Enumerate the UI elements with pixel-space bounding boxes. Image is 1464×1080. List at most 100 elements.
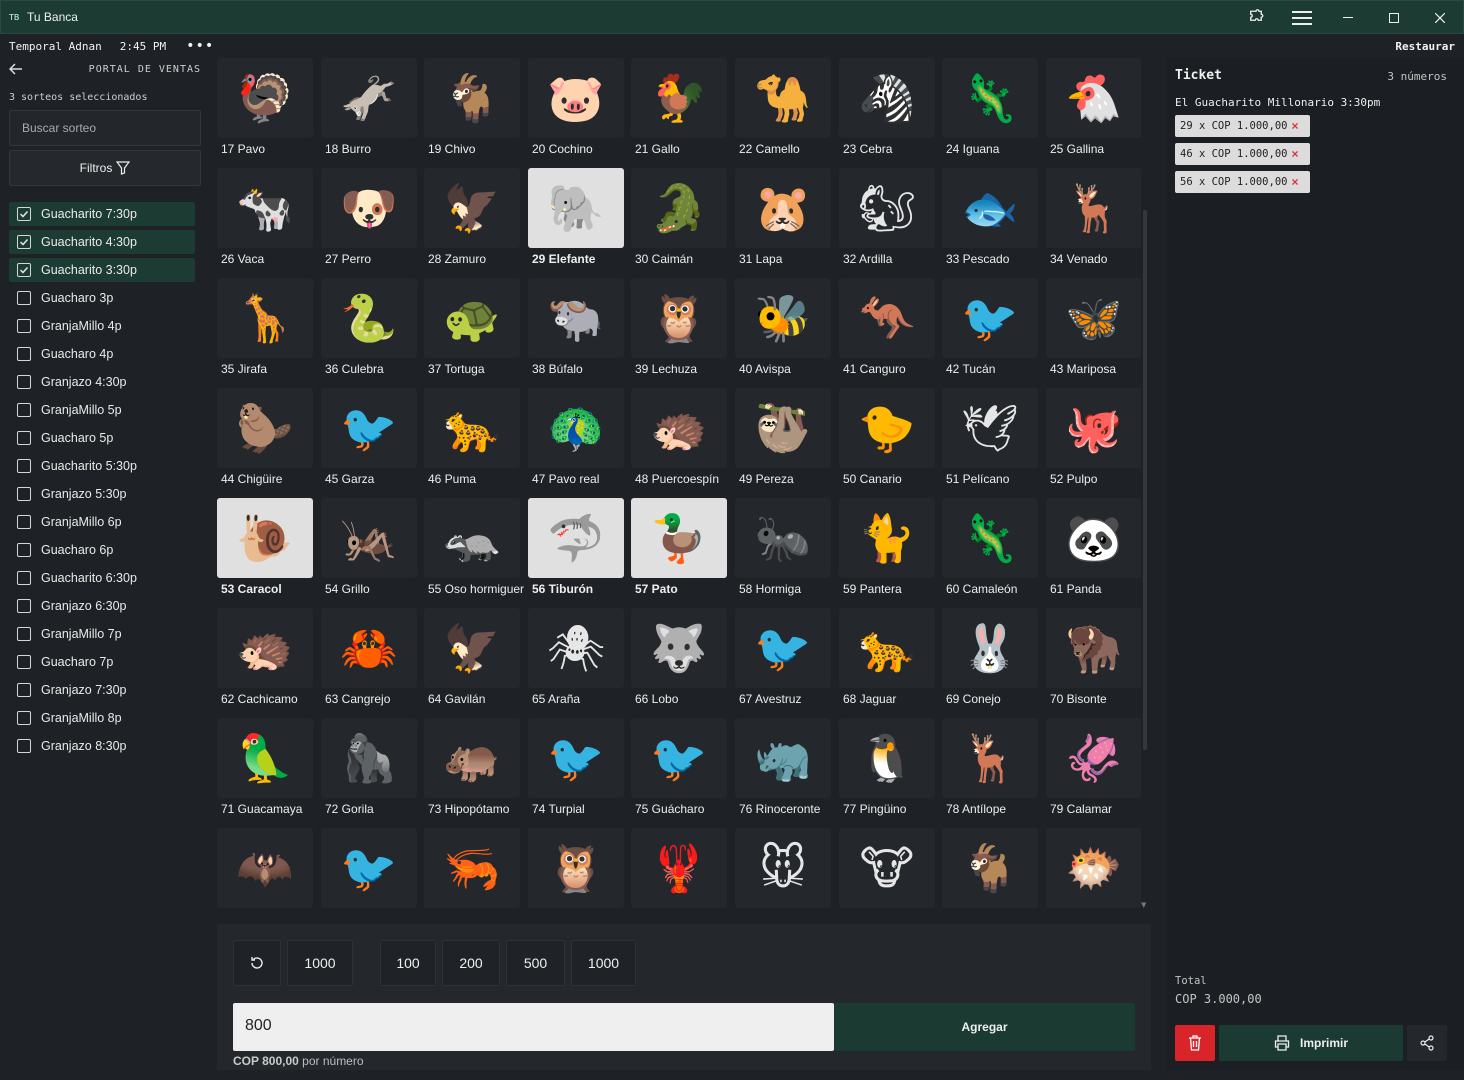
animal-image[interactable]: 🦫 xyxy=(217,388,313,468)
animal-cell[interactable]: 🦔 48 Puercoespín xyxy=(631,388,727,489)
checkbox-icon[interactable] xyxy=(17,711,31,725)
animal-cell[interactable]: 🐊 30 Caimán xyxy=(631,168,727,269)
checkbox-icon[interactable] xyxy=(17,319,31,333)
animal-cell[interactable]: 🐝 40 Avispa xyxy=(735,278,831,379)
animal-cell[interactable]: 🦃 17 Pavo xyxy=(217,58,313,159)
animal-image[interactable]: 🐶 xyxy=(321,168,417,248)
animal-cell[interactable]: 🐦 74 Turpial xyxy=(528,718,624,819)
animal-image[interactable]: 🐧 xyxy=(839,718,935,798)
checkbox-icon[interactable] xyxy=(17,739,31,753)
animal-image[interactable]: 🦍 xyxy=(321,718,417,798)
animal-image[interactable]: 🐆 xyxy=(839,608,935,688)
draw-item[interactable]: GranjaMillo 6p xyxy=(9,510,195,534)
animal-image[interactable]: 🐟 xyxy=(942,168,1038,248)
animal-cell[interactable]: 🐦 45 Garza xyxy=(321,388,417,489)
animal-image[interactable]: 🐙 xyxy=(1046,388,1141,468)
animal-cell[interactable]: 🦏 76 Rinoceronte xyxy=(735,718,831,819)
animal-image[interactable]: 🐆 xyxy=(424,388,520,468)
draw-item[interactable]: Guacharito 3:30p xyxy=(9,258,195,282)
animal-image[interactable]: 🦬 xyxy=(1046,608,1141,688)
animal-cell[interactable]: 🕷 65 Araña xyxy=(528,608,624,709)
animal-cell[interactable]: 🐧 77 Pingüino xyxy=(839,718,935,819)
animal-image[interactable]: 🐍 xyxy=(321,278,417,358)
animal-image[interactable]: 🦛 xyxy=(424,718,520,798)
animal-image[interactable]: 🐔 xyxy=(1046,58,1141,138)
draw-item[interactable]: Guacharo 3p xyxy=(9,286,195,310)
animal-cell[interactable]: 🐭 xyxy=(735,828,831,908)
animal-cell[interactable]: 🐷 20 Cochino xyxy=(528,58,624,159)
grid-scrollbar[interactable] xyxy=(1143,210,1147,750)
draw-item[interactable]: Guacharito 4:30p xyxy=(9,230,195,254)
animal-cell[interactable]: 🦉 39 Lechuza xyxy=(631,278,727,379)
animal-image[interactable]: 🦉 xyxy=(528,828,624,908)
animal-image[interactable]: 🐦 xyxy=(528,718,624,798)
animal-image[interactable]: 🐝 xyxy=(735,278,831,358)
animal-image[interactable]: 🐺 xyxy=(631,608,727,688)
draw-item[interactable]: GranjaMillo 4p xyxy=(9,314,195,338)
animal-cell[interactable]: 🐆 68 Jaguar xyxy=(839,608,935,709)
animal-cell[interactable]: 🦎 60 Camaleón xyxy=(942,498,1038,599)
animal-cell[interactable]: 🦛 73 Hipopótamo xyxy=(424,718,520,819)
draw-item[interactable]: GranjaMillo 8p xyxy=(9,706,195,730)
animal-image[interactable]: 🐊 xyxy=(631,168,727,248)
animal-image[interactable]: 🦐 xyxy=(424,828,520,908)
animal-cell[interactable]: 🐦 xyxy=(321,828,417,908)
animal-image[interactable]: 🦅 xyxy=(424,168,520,248)
draw-item[interactable]: Guacharito 5:30p xyxy=(9,454,195,478)
animal-image[interactable]: 🐦 xyxy=(631,718,727,798)
animal-cell[interactable]: 🐮 xyxy=(839,828,935,908)
animal-image[interactable]: 🐜 xyxy=(735,498,831,578)
animal-image[interactable]: 🐌 xyxy=(217,498,313,578)
animal-image[interactable]: 🐄 xyxy=(217,168,313,248)
animal-cell[interactable]: 🦎 24 Iguana xyxy=(942,58,1038,159)
animal-cell[interactable]: 🐢 37 Tortuga xyxy=(424,278,520,379)
more-options-icon[interactable]: ••• xyxy=(186,39,214,53)
animal-cell[interactable]: 🦆 57 Pato xyxy=(631,498,727,599)
checkbox-icon[interactable] xyxy=(17,431,31,445)
remove-line-icon[interactable]: × xyxy=(1291,147,1298,161)
animal-cell[interactable]: 🐿 32 Ardilla xyxy=(839,168,935,269)
animal-image[interactable]: 🐓 xyxy=(631,58,727,138)
animal-image[interactable]: 🦉 xyxy=(631,278,727,358)
animal-image[interactable]: 🐐 xyxy=(942,828,1038,908)
checkbox-icon[interactable] xyxy=(17,375,31,389)
animal-cell[interactable]: 🐦 42 Tucán xyxy=(942,278,1038,379)
animal-cell[interactable]: 🦬 70 Bisonte xyxy=(1046,608,1141,709)
animal-image[interactable]: 🐦 xyxy=(735,608,831,688)
animal-cell[interactable]: 🦓 23 Cebra xyxy=(839,58,935,159)
animal-image[interactable]: 🐰 xyxy=(942,608,1038,688)
animal-image[interactable]: 🐡 xyxy=(1046,828,1141,908)
animal-image[interactable]: 🦋 xyxy=(1046,278,1141,358)
animal-image[interactable]: 🦆 xyxy=(631,498,727,578)
animal-cell[interactable]: 🐍 36 Culebra xyxy=(321,278,417,379)
maximize-button[interactable] xyxy=(1371,1,1417,34)
filters-button[interactable]: Filtros xyxy=(9,150,201,186)
extensions-icon[interactable] xyxy=(1233,1,1279,34)
draw-item[interactable]: Granjazo 8:30p xyxy=(9,734,195,758)
animal-cell[interactable]: 🐦 67 Avestruz xyxy=(735,608,831,709)
animal-cell[interactable]: 🦈 56 Tiburón xyxy=(528,498,624,599)
animal-image[interactable]: 🦑 xyxy=(1046,718,1141,798)
draw-item[interactable]: GranjaMillo 5p xyxy=(9,398,195,422)
checkbox-icon[interactable] xyxy=(17,487,31,501)
animal-cell[interactable]: 🦅 64 Gavilán xyxy=(424,608,520,709)
animal-cell[interactable]: 🐄 26 Vaca xyxy=(217,168,313,269)
animal-image[interactable]: 🐐 xyxy=(424,58,520,138)
animal-image[interactable]: 🦥 xyxy=(735,388,831,468)
add-button[interactable]: Agregar xyxy=(834,1003,1135,1051)
animal-cell[interactable]: 🦇 xyxy=(217,828,313,908)
animal-cell[interactable]: 🦐 xyxy=(424,828,520,908)
animal-image[interactable]: 🦒 xyxy=(217,278,313,358)
animal-cell[interactable]: 🐃 38 Búfalo xyxy=(528,278,624,379)
draw-item[interactable]: Guacharo 6p xyxy=(9,538,195,562)
checkbox-icon[interactable] xyxy=(17,599,31,613)
animal-cell[interactable]: 🐈 59 Pantera xyxy=(839,498,935,599)
animal-cell[interactable]: 🦋 43 Mariposa xyxy=(1046,278,1141,379)
animal-image[interactable]: 🦚 xyxy=(528,388,624,468)
animal-image[interactable]: 🐘 xyxy=(528,168,624,248)
animal-cell[interactable]: 🦥 49 Pereza xyxy=(735,388,831,489)
animal-cell[interactable]: 🐌 53 Caracol xyxy=(217,498,313,599)
animal-cell[interactable]: 🦗 54 Grillo xyxy=(321,498,417,599)
restore-button[interactable]: Restaurar xyxy=(1395,40,1455,53)
back-arrow-icon[interactable] xyxy=(8,62,23,80)
